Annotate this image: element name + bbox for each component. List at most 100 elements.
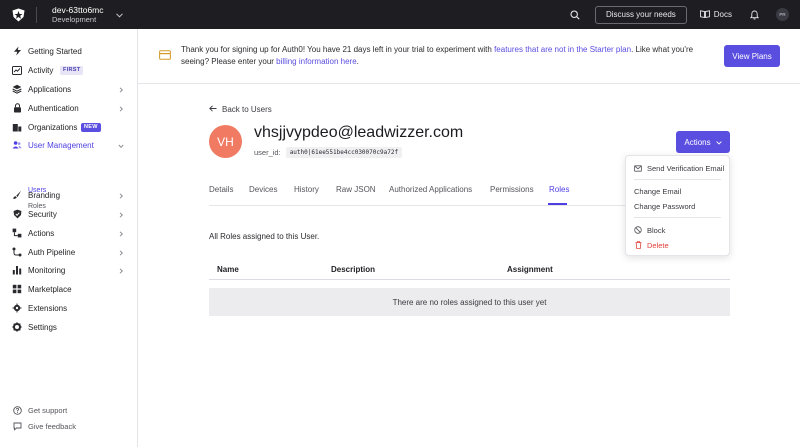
sidebar-item-auth-pipeline[interactable]: Auth Pipeline [0, 244, 137, 260]
get-support-link[interactable]: Get support [0, 403, 137, 417]
tab-raw-json[interactable]: Raw JSON [336, 185, 376, 194]
menu-item-label: Send Verification Email [647, 163, 725, 173]
menu-item-label: Delete [647, 240, 669, 250]
sidebar-item-user-management[interactable]: User Management [0, 137, 137, 153]
layers-icon [12, 84, 22, 94]
top-bar: dev-63tto6mc Development Discuss your ne… [0, 0, 800, 29]
roles-description: All Roles assigned to this User. [209, 232, 320, 241]
chevron-down-icon [118, 142, 124, 149]
sidebar-item-getting-started[interactable]: Getting Started [0, 43, 137, 59]
activity-chart-icon [12, 65, 22, 75]
chevron-right-icon [118, 249, 124, 256]
user-avatar-menu[interactable]: PR [776, 8, 789, 21]
users-icon [12, 140, 22, 150]
sidebar-item-label: Organizations [28, 122, 78, 132]
chevron-right-icon [118, 105, 124, 112]
mail-icon [634, 164, 642, 172]
grid-icon [12, 284, 22, 294]
sidebar-item-marketplace[interactable]: Marketplace [0, 281, 137, 297]
topbar-divider [36, 6, 37, 23]
shield-icon [12, 209, 22, 219]
user-email-title: vhsjjvypdeo@leadwizzer.com [254, 124, 464, 141]
tab-authorized-applications[interactable]: Authorized Applications [389, 185, 472, 194]
tenant-environment: Development [52, 14, 97, 24]
sidebar-item-organizations[interactable]: Organizations NEW [0, 119, 137, 135]
new-badge: NEW [81, 122, 101, 132]
table-header-divider [209, 279, 730, 280]
puzzle-icon [12, 303, 22, 313]
sidebar-item-authentication[interactable]: Authentication [0, 100, 137, 116]
sidebar-item-activity[interactable]: Activity FIRST [0, 62, 137, 78]
sidebar-item-label: Extensions [28, 303, 68, 313]
chevron-right-icon [118, 230, 124, 237]
sidebar-item-extensions[interactable]: Extensions [0, 300, 137, 316]
tab-history[interactable]: History [294, 185, 319, 194]
lock-icon [12, 103, 22, 113]
menu-item-label: Change Password [634, 201, 696, 211]
view-plans-button[interactable]: View Plans [724, 45, 780, 67]
user-id-label: user_id: [254, 148, 281, 157]
banner-text-segment: . [356, 57, 359, 66]
chevron-down-icon[interactable] [115, 11, 123, 20]
chevron-right-icon [118, 192, 124, 199]
menu-item-delete[interactable]: Delete [626, 239, 729, 251]
sidebar-item-label: Security [28, 209, 57, 219]
chevron-right-icon [118, 267, 124, 274]
tab-devices[interactable]: Devices [249, 185, 277, 194]
chevron-right-icon [118, 211, 124, 218]
menu-item-send-verification-email[interactable]: Send Verification Email [626, 162, 729, 174]
menu-item-block[interactable]: Block [626, 224, 729, 236]
menu-item-change-email[interactable]: Change Email [626, 185, 729, 197]
menu-divider [634, 217, 721, 218]
banner-message: Thank you for signing up for Auth0! You … [181, 44, 701, 68]
sidebar-footer-label: Get support [28, 405, 68, 415]
sidebar-item-label: Marketplace [28, 284, 72, 294]
trial-banner: Thank you for signing up for Auth0! You … [138, 29, 800, 84]
empty-roles-row: There are no roles assigned to this user… [209, 288, 730, 316]
back-to-users-link[interactable]: Back to Users [209, 105, 272, 114]
arrow-left-icon [209, 105, 217, 114]
bell-icon[interactable] [748, 9, 760, 21]
first-badge: FIRST [60, 65, 84, 75]
menu-divider [634, 179, 721, 180]
docs-link[interactable]: Docs [699, 9, 732, 20]
sidebar-item-label: Branding [28, 190, 61, 200]
gear-icon [12, 322, 22, 332]
tab-roles[interactable]: Roles [549, 185, 569, 194]
sidebar-item-label: Actions [28, 228, 55, 238]
sidebar-item-branding[interactable]: Branding [0, 187, 137, 203]
give-feedback-link[interactable]: Give feedback [0, 419, 137, 433]
search-icon[interactable] [568, 8, 582, 22]
pipeline-icon [12, 247, 22, 257]
sidebar-item-label: Getting Started [28, 46, 82, 56]
flow-icon [12, 228, 22, 238]
trash-icon [634, 241, 642, 249]
sidebar-footer-label: Give feedback [28, 421, 76, 431]
user-avatar: VH [209, 125, 242, 158]
user-id-value[interactable]: auth0|61ee551be4cc030070c9a72f [285, 147, 403, 158]
lightning-icon [12, 46, 22, 56]
sidebar-item-label: Settings [28, 322, 57, 332]
tabs-divider [209, 205, 625, 206]
sidebar-item-monitoring[interactable]: Monitoring [0, 262, 137, 278]
tab-details[interactable]: Details [209, 185, 233, 194]
tenant-selector[interactable]: dev-63tto6mc Development [52, 5, 104, 25]
sidebar-item-settings[interactable]: Settings [0, 319, 137, 335]
chevron-right-icon [118, 86, 124, 93]
user-id-row: user_id: auth0|61ee551be4cc030070c9a72f [254, 147, 403, 158]
sidebar-item-security[interactable]: Security [0, 206, 137, 222]
billing-information-link[interactable]: billing information here [276, 57, 357, 66]
sidebar-item-actions[interactable]: Actions [0, 225, 137, 241]
actions-button[interactable]: Actions [676, 131, 730, 153]
back-label: Back to Users [222, 105, 272, 114]
auth0-logo-icon[interactable] [11, 8, 25, 22]
menu-item-change-password[interactable]: Change Password [626, 200, 729, 212]
sidebar-item-label: Applications [28, 84, 72, 94]
discuss-needs-button[interactable]: Discuss your needs [594, 5, 687, 24]
tab-permissions[interactable]: Permissions [490, 185, 534, 194]
sidebar-item-label: Auth Pipeline [28, 247, 76, 257]
starter-plan-features-link[interactable]: features that are not in the Starter pla… [494, 45, 631, 54]
sidebar-item-applications[interactable]: Applications [0, 81, 137, 97]
sidebar-item-label: User Management [28, 140, 94, 150]
actions-label: Actions [684, 137, 711, 147]
